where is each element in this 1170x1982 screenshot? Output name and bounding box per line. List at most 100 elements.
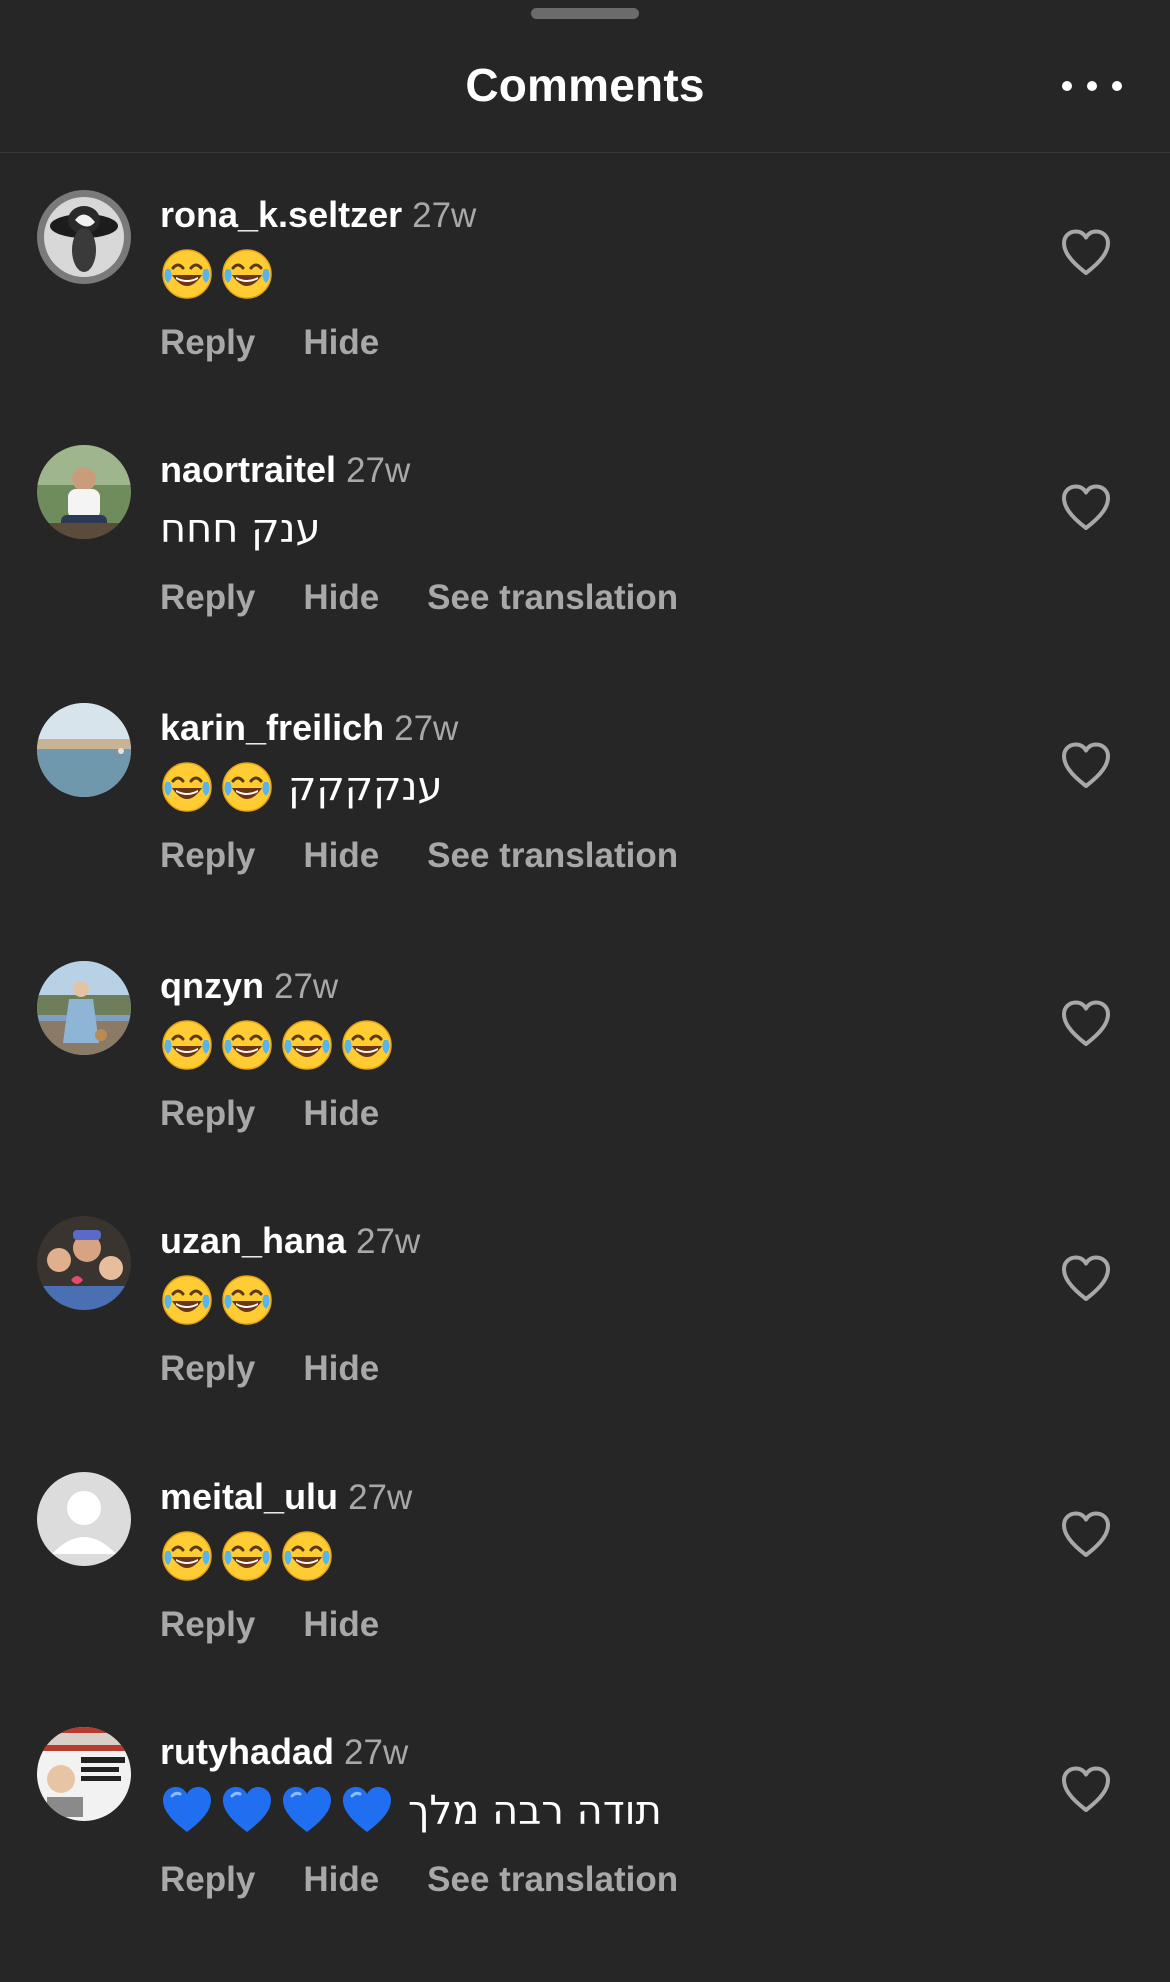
comment-actions: Reply Hide bbox=[160, 1344, 427, 1394]
comment-header: uzan_hana 27w bbox=[160, 1216, 420, 1266]
comment-header: naortraitel 27w bbox=[160, 445, 410, 495]
comment-body bbox=[160, 1015, 400, 1072]
comment-timestamp: 27w bbox=[344, 1733, 409, 1772]
comment-timestamp: 27w bbox=[356, 1222, 421, 1261]
joy-emoji-icon bbox=[280, 1529, 334, 1583]
reply-button[interactable]: Reply bbox=[160, 1605, 255, 1644]
joy-emoji-icon bbox=[160, 247, 214, 301]
avatar[interactable] bbox=[37, 703, 131, 797]
comment-header: rutyhadad 27w bbox=[160, 1727, 408, 1777]
comment-text: ענקקקק bbox=[288, 764, 443, 810]
comment-actions: Reply Hide bbox=[160, 1600, 427, 1650]
hide-button[interactable]: Hide bbox=[303, 578, 379, 617]
joy-emoji-icon bbox=[220, 760, 274, 814]
comment-row: rona_k.seltzer 27w Reply Hide bbox=[0, 190, 1170, 445]
joy-emoji-icon bbox=[220, 247, 274, 301]
joy-emoji-icon bbox=[160, 1529, 214, 1583]
reply-button[interactable]: Reply bbox=[160, 1349, 255, 1388]
comment-username[interactable]: qnzyn bbox=[160, 965, 264, 1006]
comment-body: תודה רבה מלך bbox=[160, 1781, 662, 1839]
reply-button[interactable]: Reply bbox=[160, 578, 255, 617]
blue-heart-emoji-icon bbox=[280, 1784, 334, 1838]
joy-emoji-icon bbox=[160, 1018, 214, 1072]
more-horizontal-icon bbox=[1062, 81, 1072, 91]
comment-actions: Reply Hide See translation bbox=[160, 1855, 726, 1905]
comments-header: Comments bbox=[0, 28, 1170, 153]
heart-icon[interactable] bbox=[1060, 1254, 1112, 1306]
comment-username[interactable]: rutyhadad bbox=[160, 1731, 334, 1772]
hide-button[interactable]: Hide bbox=[303, 323, 379, 362]
comment-username[interactable]: rona_k.seltzer bbox=[160, 194, 402, 235]
comment-username[interactable]: naortraitel bbox=[160, 449, 336, 490]
reply-button[interactable]: Reply bbox=[160, 323, 255, 362]
joy-emoji-icon bbox=[160, 760, 214, 814]
page-title: Comments bbox=[465, 59, 705, 111]
comment-timestamp: 27w bbox=[346, 451, 411, 490]
comment-row: qnzyn 27w Reply Hide bbox=[0, 961, 1170, 1216]
hide-button[interactable]: Hide bbox=[303, 836, 379, 875]
comment-actions: Reply Hide bbox=[160, 318, 427, 368]
comment-username[interactable]: meital_ulu bbox=[160, 1476, 338, 1517]
comment-header: rona_k.seltzer 27w bbox=[160, 190, 476, 240]
avatar[interactable] bbox=[37, 445, 131, 539]
comment-timestamp: 27w bbox=[348, 1478, 413, 1517]
comment-text: ענק חחח bbox=[160, 506, 321, 552]
heart-icon[interactable] bbox=[1060, 741, 1112, 793]
joy-emoji-icon bbox=[220, 1529, 274, 1583]
more-dot bbox=[1112, 81, 1122, 91]
comment-timestamp: 27w bbox=[394, 709, 459, 748]
blue-heart-emoji-icon bbox=[340, 1784, 394, 1838]
comment-timestamp: 27w bbox=[274, 967, 339, 1006]
comment-header: qnzyn 27w bbox=[160, 961, 338, 1011]
comment-username[interactable]: karin_freilich bbox=[160, 707, 384, 748]
hide-button[interactable]: Hide bbox=[303, 1605, 379, 1644]
comment-username[interactable]: uzan_hana bbox=[160, 1220, 346, 1261]
joy-emoji-icon bbox=[340, 1018, 394, 1072]
avatar[interactable] bbox=[37, 1216, 131, 1310]
see-translation-button[interactable]: See translation bbox=[427, 578, 678, 617]
comment-actions: Reply Hide See translation bbox=[160, 831, 726, 881]
comment-header: karin_freilich 27w bbox=[160, 703, 458, 753]
comment-body: ענקקקק bbox=[160, 757, 443, 815]
comment-row: rutyhadad 27w תודה רבה מלך Reply Hide See tra… bbox=[0, 1727, 1170, 1982]
avatar[interactable] bbox=[37, 190, 131, 284]
more-options-button[interactable] bbox=[1062, 72, 1122, 100]
hide-button[interactable]: Hide bbox=[303, 1860, 379, 1899]
sheet-grabber[interactable] bbox=[531, 8, 639, 19]
reply-button[interactable]: Reply bbox=[160, 836, 255, 875]
heart-icon[interactable] bbox=[1060, 999, 1112, 1051]
joy-emoji-icon bbox=[220, 1273, 274, 1327]
reply-button[interactable]: Reply bbox=[160, 1860, 255, 1899]
heart-icon[interactable] bbox=[1060, 483, 1112, 535]
comment-timestamp: 27w bbox=[412, 196, 477, 235]
comment-body: ענק חחח bbox=[160, 499, 321, 557]
comment-body bbox=[160, 1526, 340, 1583]
comment-actions: Reply Hide bbox=[160, 1089, 427, 1139]
blue-heart-emoji-icon bbox=[160, 1784, 214, 1838]
comment-row: naortraitel 27w ענק חחח Reply Hide See transl… bbox=[0, 445, 1170, 700]
avatar[interactable] bbox=[37, 1727, 131, 1821]
comment-body bbox=[160, 1270, 280, 1327]
heart-icon[interactable] bbox=[1060, 1765, 1112, 1817]
see-translation-button[interactable]: See translation bbox=[427, 836, 678, 875]
avatar[interactable] bbox=[37, 1472, 131, 1566]
joy-emoji-icon bbox=[160, 1273, 214, 1327]
blue-heart-emoji-icon bbox=[220, 1784, 274, 1838]
joy-emoji-icon bbox=[220, 1018, 274, 1072]
hide-button[interactable]: Hide bbox=[303, 1094, 379, 1133]
comment-text: תודה רבה מלך bbox=[408, 1788, 662, 1834]
comment-row: karin_freilich 27w ענקקקק Reply Hide See tran… bbox=[0, 703, 1170, 958]
hide-button[interactable]: Hide bbox=[303, 1349, 379, 1388]
more-dot bbox=[1087, 81, 1097, 91]
comment-row: uzan_hana 27w Reply Hide bbox=[0, 1216, 1170, 1471]
see-translation-button[interactable]: See translation bbox=[427, 1860, 678, 1899]
heart-icon[interactable] bbox=[1060, 228, 1112, 280]
comment-actions: Reply Hide See translation bbox=[160, 573, 726, 623]
reply-button[interactable]: Reply bbox=[160, 1094, 255, 1133]
comment-row: meital_ulu 27w Reply Hide bbox=[0, 1472, 1170, 1727]
heart-icon[interactable] bbox=[1060, 1510, 1112, 1562]
comment-header: meital_ulu 27w bbox=[160, 1472, 412, 1522]
avatar[interactable] bbox=[37, 961, 131, 1055]
comment-body bbox=[160, 244, 280, 301]
joy-emoji-icon bbox=[280, 1018, 334, 1072]
